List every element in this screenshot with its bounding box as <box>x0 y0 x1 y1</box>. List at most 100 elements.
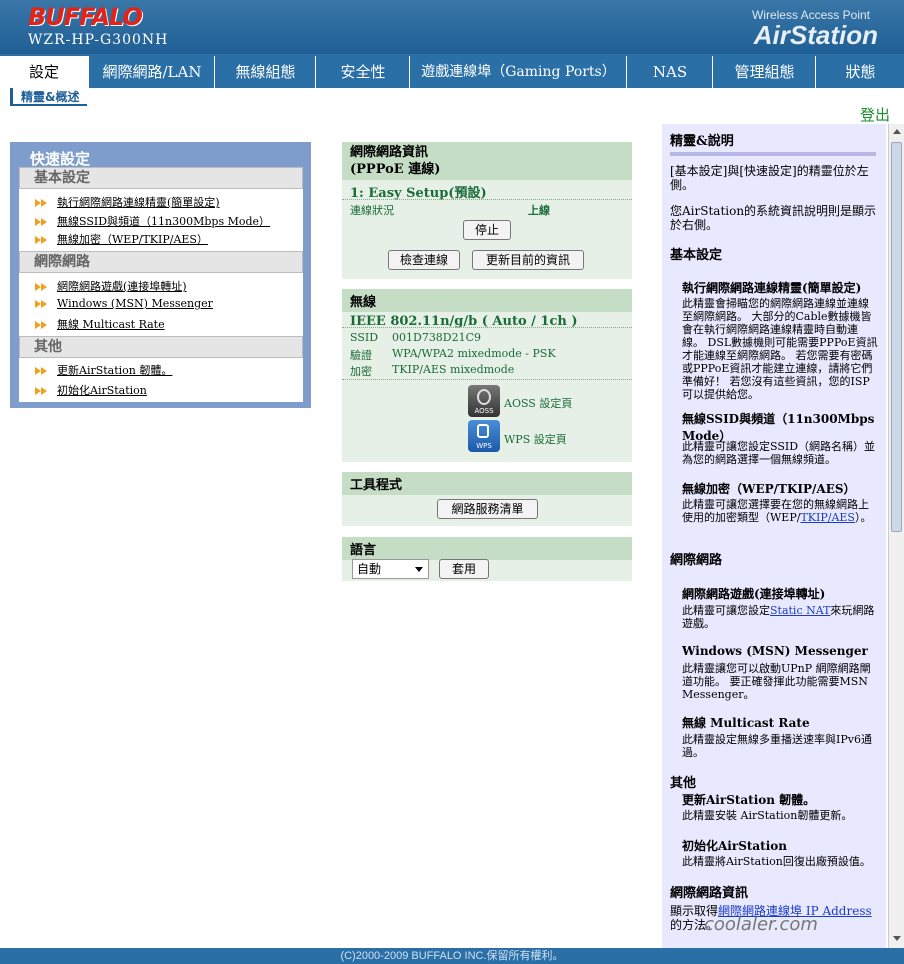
arrow-icon <box>35 198 49 208</box>
help-encryption-text: 此精靈可讓您選擇要在您的無線網路上使用的加密類型（WEP/TKIP/AES）。 <box>682 498 872 524</box>
arrow-icon <box>35 299 49 309</box>
arrow-icon <box>35 386 49 396</box>
language-title: 語言 <box>342 537 632 560</box>
link-encryption[interactable]: 無線加密（WEP/TKIP/AES） <box>35 231 208 247</box>
header-bar: BUFFALO WZR-HP-G300NH Wireless Access Po… <box>0 0 904 54</box>
tab-internet-lan[interactable]: 網際網路/LAN <box>88 56 215 88</box>
language-selected-value: 自動 <box>357 562 382 576</box>
link-msn[interactable]: Windows (MSN) Messenger <box>35 297 213 313</box>
sub-nav: 精靈&概述 登出 <box>0 88 904 124</box>
stop-button[interactable]: 停止 <box>463 220 511 240</box>
scroll-up-icon[interactable] <box>893 129 901 134</box>
link-internet-wizard[interactable]: 執行網際網路連線精靈(簡單設定) <box>35 194 220 210</box>
help-title-rule <box>670 152 876 156</box>
tab-admin[interactable]: 管理組態 <box>712 56 816 88</box>
aoss-icon-label: AOSS <box>474 407 494 415</box>
quick-setup-list: 基本設定 執行網際網路連線精靈(簡單設定) 無線SSID與頻道（11n300Mb… <box>19 167 303 402</box>
link-initialize[interactable]: 初始化AirStation <box>35 382 147 398</box>
section-internet: 網際網路 <box>19 251 303 273</box>
aoss-icon[interactable]: AOSS <box>468 385 500 417</box>
auth-value: WPA/WPA2 mixedmode - PSK <box>392 347 556 360</box>
help-initialize-text: 此精靈將AirStation回復出廠預設值。 <box>682 855 871 868</box>
tab-gaming-ports[interactable]: 遊戲連線埠（Gaming Ports） <box>409 56 627 88</box>
encryption-label: 加密 <box>350 365 372 378</box>
scroll-thumb[interactable] <box>891 142 902 532</box>
help-gaming-text: 此精靈可讓您設定Static NAT來玩網路遊戲。 <box>682 604 875 630</box>
help-basic-heading: 基本設定 <box>670 248 723 263</box>
help-firmware-text: 此精靈安裝 AirStation韌體更新。 <box>682 809 853 822</box>
tab-wireless[interactable]: 無線組態 <box>214 56 316 88</box>
divider <box>342 327 632 328</box>
section-other: 其他 <box>19 336 303 358</box>
link-ssid-channel[interactable]: 無線SSID與頻道（11n300Mbps Mode） <box>35 213 270 229</box>
help-encryption-title: 無線加密（WEP/TKIP/AES） <box>682 482 856 496</box>
language-select[interactable]: 自動 <box>352 559 429 579</box>
help-multicast-title: 無線 Multicast Rate <box>682 716 810 730</box>
tools-title: 工具程式 <box>342 472 632 495</box>
scroll-down-icon[interactable] <box>893 936 901 941</box>
section-basic: 基本設定 <box>19 167 303 189</box>
link-multicast[interactable]: 無線 Multicast Rate <box>35 316 165 332</box>
divider <box>342 199 632 200</box>
apply-language-button[interactable]: 套用 <box>439 559 489 579</box>
wireless-title: 無線 <box>342 289 632 312</box>
internet-info-panel: 網際網路資訊 (PPPoE 連線) 1: Easy Setup(預設) 連線狀況… <box>342 142 632 279</box>
help-wizard-text: 此精靈會掃瞄您的網際網路連線並連線至網際網路。 大部分的Cable數據機皆會在執… <box>682 297 878 401</box>
help-netinfo-heading: 網際網路資訊 <box>670 886 749 901</box>
tab-status[interactable]: 狀態 <box>815 56 904 88</box>
link-gaming[interactable]: 網際網路遊戲(連接埠轉址) <box>35 278 187 294</box>
static-nat-link[interactable]: Static NAT <box>770 604 830 617</box>
chevron-down-icon <box>415 567 423 572</box>
network-services-button[interactable]: 網路服務清單 <box>437 499 538 519</box>
tab-security[interactable]: 安全性 <box>315 56 410 88</box>
arrow-icon <box>35 320 49 330</box>
help-msn-title: Windows (MSN) Messenger <box>682 644 868 658</box>
internet-info-title: 網際網路資訊 <box>350 145 429 160</box>
wps-icon[interactable]: WPS <box>468 420 500 452</box>
arrow-icon <box>35 282 49 292</box>
arrow-icon <box>35 217 49 227</box>
help-initialize-title: 初始化AirStation <box>682 839 788 853</box>
tab-nas[interactable]: NAS <box>626 56 713 88</box>
arrow-icon <box>35 235 49 245</box>
help-scrollbar[interactable] <box>888 124 904 948</box>
help-title: 精靈&說明 <box>670 134 734 149</box>
wps-icon-label: WPS <box>476 442 492 450</box>
refresh-info-button[interactable]: 更新目前的資訊 <box>472 250 584 270</box>
wps-settings-link[interactable]: WPS 設定頁 <box>504 431 567 447</box>
divider <box>342 379 632 380</box>
tools-panel: 工具程式 網路服務清單 <box>342 472 632 526</box>
logout-link[interactable]: 登出 <box>860 104 890 125</box>
quick-setup-box: 快速設定 基本設定 執行網際網路連線精靈(簡單設定) 無線SSID與頻道（11n… <box>10 142 311 408</box>
tkip-aes-link[interactable]: TKIP/AES <box>800 511 855 524</box>
help-internet-heading: 網際網路 <box>670 553 723 568</box>
help-intro-info: 您AirStation的系統資訊說明則是顯示於右側。 <box>670 204 877 232</box>
help-wizard-title: 執行網際網路連線精靈(簡單設定) <box>682 281 862 295</box>
help-multicast-text: 此精靈設定無線多重播送速率與IPv6通過。 <box>682 733 872 759</box>
help-panel: 精靈&說明 [基本設定]與[快速設定]的精靈位於左側。 您AirStation的… <box>662 124 886 948</box>
footer-copyright: (C)2000-2009 BUFFALO INC.保留所有權利。 <box>0 948 904 964</box>
model-name: WZR-HP-G300NH <box>28 32 169 48</box>
help-intro-wizard: [基本設定]與[快速設定]的精靈位於左側。 <box>670 164 869 192</box>
subtab-wizard-overview[interactable]: 精靈&概述 <box>10 88 88 106</box>
encryption-value: TKIP/AES mixedmode <box>392 363 515 376</box>
internet-info-header: 網際網路資訊 (PPPoE 連線) <box>342 142 632 180</box>
connection-status-value: 上線 <box>528 204 550 217</box>
help-other-heading: 其他 <box>670 776 697 791</box>
tab-setup[interactable]: 設定 <box>0 56 88 88</box>
link-firmware[interactable]: 更新AirStation 韌體。 <box>35 362 172 378</box>
ssid-label: SSID <box>350 331 379 344</box>
help-gaming-title: 網際網路遊戲(連接埠轉址) <box>682 587 826 601</box>
quick-setup-title: 快速設定 <box>30 150 91 168</box>
check-connection-button[interactable]: 檢查連線 <box>388 250 460 270</box>
connection-type: (PPPoE 連線) <box>350 162 441 177</box>
help-ssid-text: 此精靈可讓您設定SSID（網路名稱）並為您的網路選擇一個無線頻道。 <box>682 440 876 466</box>
help-msn-text: 此精靈讓您可以啟動UPnP 網際網路閘道功能。 要正確發揮此功能需要MSN Me… <box>682 662 871 701</box>
aoss-settings-link[interactable]: AOSS 設定頁 <box>504 395 572 411</box>
help-ssid-title: 無線SSID與頻道（11n300Mbps Mode） <box>682 412 875 443</box>
main-nav: 設定 網際網路/LAN 無線組態 安全性 遊戲連線埠（Gaming Ports）… <box>0 54 904 88</box>
connection-status-label: 連線狀況 <box>350 204 394 217</box>
help-firmware-title: 更新AirStation 韌體。 <box>682 793 816 807</box>
watermark: coolaler.com <box>704 914 818 935</box>
ssid-value: 001D738D21C9 <box>392 331 482 344</box>
